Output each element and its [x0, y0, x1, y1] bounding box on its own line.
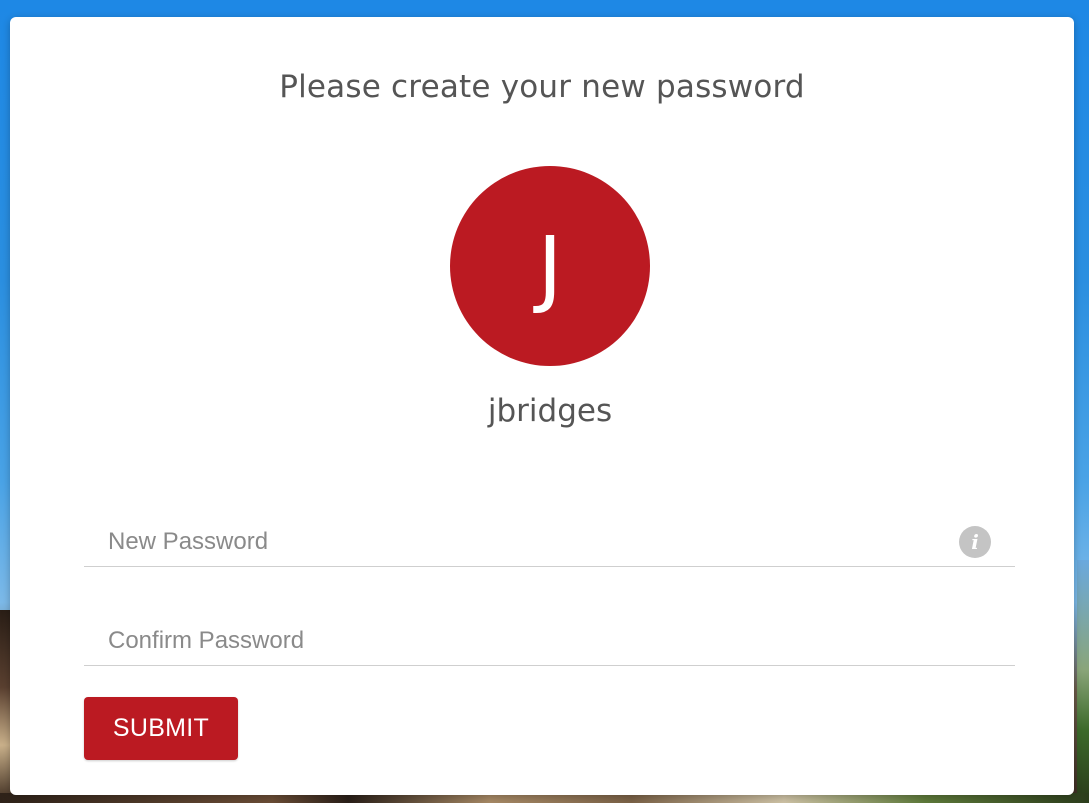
- avatar: J: [450, 166, 650, 366]
- confirm-password-input[interactable]: [84, 608, 1015, 665]
- avatar-initial: J: [537, 218, 563, 316]
- new-password-input[interactable]: [84, 509, 1015, 566]
- confirm-password-field-container: [84, 608, 1015, 666]
- background-image-right: [1077, 560, 1089, 803]
- info-icon[interactable]: i: [959, 526, 991, 558]
- page-title: Please create your new password: [279, 69, 805, 105]
- new-password-field-container: i: [84, 509, 1015, 567]
- username-label: jbridges: [487, 393, 613, 429]
- password-card: Please create your new password J jbridg…: [10, 17, 1074, 795]
- submit-button[interactable]: SUBMIT: [84, 697, 238, 760]
